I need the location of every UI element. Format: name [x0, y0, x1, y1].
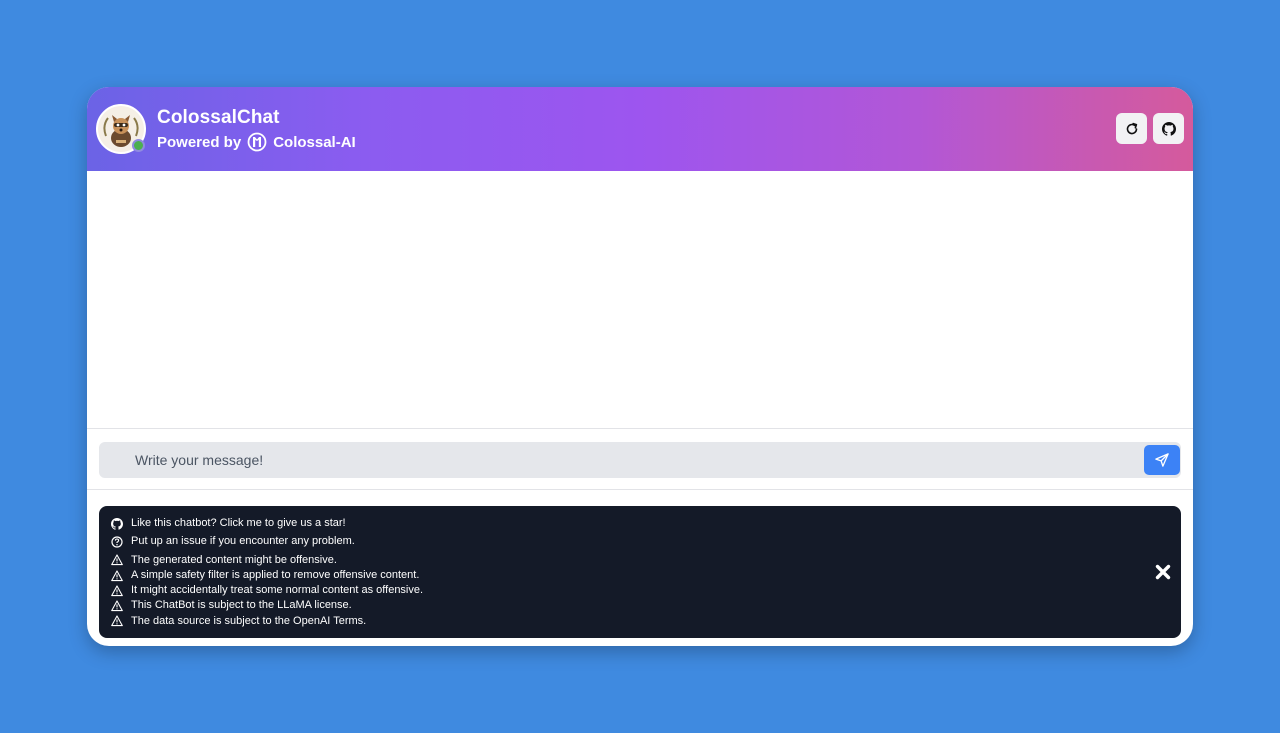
send-button[interactable] — [1144, 445, 1180, 475]
refresh-icon — [1125, 122, 1139, 136]
message-list[interactable] — [87, 171, 1193, 429]
warning-text: The generated content might be offensive… — [131, 553, 337, 566]
issue-link-text: Put up an issue if you encounter any pro… — [131, 535, 355, 548]
warning-item: This ChatBot is subject to the LLaMA lic… — [111, 598, 423, 613]
disclaimer-list: Like this chatbot? Click me to give us a… — [111, 516, 423, 629]
issue-link[interactable]: Put up an issue if you encounter any pro… — [111, 534, 423, 549]
warning-item: The generated content might be offensive… — [111, 553, 423, 568]
warning-triangle-icon — [111, 554, 123, 566]
send-icon — [1155, 453, 1169, 467]
star-link-text: Like this chatbot? Click me to give us a… — [131, 517, 346, 529]
star-link[interactable]: Like this chatbot? Click me to give us a… — [111, 516, 423, 531]
online-status-dot — [132, 139, 145, 152]
refresh-button[interactable] — [1116, 113, 1147, 144]
warning-text: A simple safety filter is applied to rem… — [131, 568, 420, 581]
warning-item: The data source is subject to the OpenAI… — [111, 614, 423, 629]
colossal-ai-logo-icon — [247, 132, 267, 152]
warning-text: This ChatBot is subject to the LLaMA lic… — [131, 599, 352, 612]
chat-header: ColossalChat Powered by Colossal-AI — [87, 87, 1193, 171]
github-icon — [1161, 121, 1176, 136]
github-icon — [111, 517, 123, 530]
powered-by-label: Powered by — [157, 133, 242, 151]
app-title: ColossalChat — [157, 107, 280, 128]
warning-text: The data source is subject to the OpenAI… — [131, 614, 367, 627]
disclaimer-banner: Like this chatbot? Click me to give us a… — [99, 506, 1181, 638]
brand-name: Colossal-AI — [273, 133, 356, 151]
warning-triangle-icon — [111, 569, 123, 582]
github-button[interactable] — [1153, 113, 1184, 144]
powered-by: Powered by Colossal-AI — [157, 132, 356, 152]
warning-triangle-icon — [111, 615, 123, 627]
warning-triangle-icon — [111, 600, 123, 612]
close-icon — [1155, 564, 1171, 580]
warning-item: It might accidentally treat some normal … — [111, 583, 423, 598]
warning-item: A simple safety filter is applied to rem… — [111, 568, 423, 583]
warning-triangle-icon — [111, 585, 123, 597]
question-circle-icon — [111, 536, 123, 548]
warning-text: It might accidentally treat some normal … — [131, 584, 424, 597]
composer — [87, 429, 1193, 490]
chat-window: ColossalChat Powered by Colossal-AI Writ… — [87, 87, 1193, 646]
message-input-box — [99, 442, 1181, 478]
message-input[interactable] — [135, 442, 1135, 478]
close-banner-button[interactable] — [1153, 562, 1173, 582]
avatar-wrap — [96, 104, 146, 154]
